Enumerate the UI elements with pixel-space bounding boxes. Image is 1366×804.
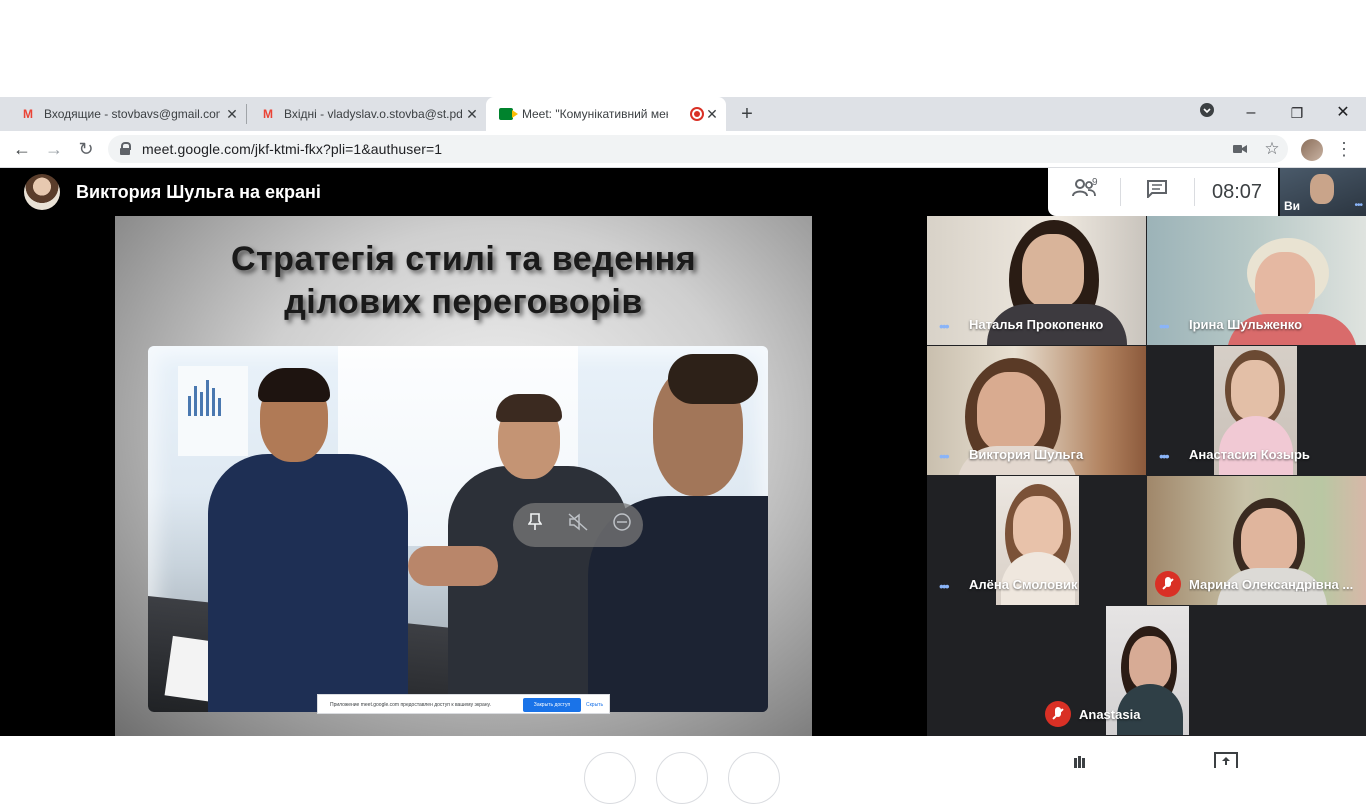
maximize-button[interactable]: ❐ — [1282, 100, 1312, 126]
hangup-button[interactable] — [656, 752, 708, 804]
participant-tile[interactable]: Anastasia — [1037, 606, 1256, 735]
participant-tile[interactable]: ••• Виктория Шульга — [927, 346, 1146, 475]
present-now-icon[interactable] — [1214, 752, 1238, 772]
gmail-icon: M — [23, 107, 33, 121]
audio-indicator-icon: ••• — [1354, 200, 1362, 211]
participant-tile[interactable]: Марина Олександрівна ... — [1147, 476, 1366, 605]
meet-icon — [498, 106, 518, 122]
screen-share-banner: Приложение meet.google.com предоставлен … — [317, 694, 610, 714]
raise-hand-icon[interactable] — [1070, 752, 1090, 772]
lock-icon — [120, 142, 131, 155]
participant-name: Алёна Смоловик — [969, 577, 1078, 592]
participant-tile[interactable]: ••• Наталья Прокопенко — [927, 216, 1146, 345]
divider — [1194, 178, 1195, 206]
tab-title: Вхідні - vladyslav.o.stovba@st.pdpu.edu.… — [284, 107, 462, 121]
slide-title: Стратегія стилі та ведення ділових перег… — [115, 238, 812, 324]
self-label: Ви — [1284, 199, 1301, 213]
slide-title-line-1: Стратегія стилі та ведення — [230, 240, 697, 278]
participant-name: Марина Олександрівна ... — [1189, 577, 1354, 592]
self-video — [1310, 174, 1334, 204]
close-icon[interactable]: ✕ — [224, 106, 240, 122]
stop-sharing-button[interactable]: Закрыть доступ — [523, 698, 581, 712]
blank-top-area — [0, 0, 1366, 97]
chat-icon[interactable] — [1143, 178, 1171, 206]
gmail-icon: M — [263, 107, 273, 121]
audio-indicator-icon: ••• — [1159, 318, 1170, 334]
share-banner-text: Приложение meet.google.com предоставлен … — [330, 702, 491, 708]
tab-meet[interactable]: Meet: "Комунікативний менеджмент" ✕ — [486, 97, 726, 131]
meeting-clock: 08:07 — [1212, 181, 1263, 203]
minimize-button[interactable]: – — [1236, 100, 1266, 126]
audio-indicator-icon: ••• — [939, 448, 950, 464]
presenting-title: Виктория Шульга на екрані — [76, 182, 321, 202]
audio-indicator-icon: ••• — [939, 318, 950, 334]
people-count: 9 — [1092, 177, 1098, 188]
audio-indicator-icon: ••• — [939, 578, 950, 594]
muted-mic-icon — [1045, 701, 1071, 727]
close-icon[interactable]: ✕ — [464, 106, 480, 122]
pin-icon[interactable] — [523, 513, 547, 537]
back-arrow-icon[interactable]: ← — [10, 137, 34, 161]
microphone-button[interactable] — [584, 752, 636, 804]
forward-arrow-icon[interactable]: → — [42, 137, 66, 161]
tab-gmail-inbox-2[interactable]: M Вхідні - vladyslav.o.stovba@st.pdpu.ed… — [240, 97, 486, 131]
tab-search-icon[interactable] — [1192, 101, 1222, 127]
close-window-button[interactable]: ✕ — [1328, 100, 1358, 126]
participant-name: Anastasia — [1079, 707, 1141, 722]
profile-avatar[interactable] — [1301, 139, 1323, 161]
participant-name: Ірина Шульженко — [1189, 317, 1303, 332]
bookmark-star-icon[interactable]: ☆ — [1262, 139, 1282, 159]
meeting-controls-card: 9 08:07 — [1048, 168, 1278, 216]
tab-title: Входящие - stovbavs@gmail.com — [44, 107, 220, 121]
reload-icon[interactable]: ↻ — [74, 137, 98, 161]
self-view-tile[interactable]: Ви ••• — [1280, 168, 1366, 216]
participant-name: Виктория Шульга — [969, 447, 1084, 462]
recording-icon — [690, 107, 704, 121]
address-bar[interactable]: meet.google.com/jkf-ktmi-fkx?pli=1&authu… — [108, 135, 1288, 163]
url-text: meet.google.com/jkf-ktmi-fkx?pli=1&authu… — [142, 141, 443, 157]
remove-icon[interactable] — [610, 513, 634, 537]
audio-indicator-icon: ••• — [1159, 448, 1170, 464]
slide-title-line-2: ділових переговорів — [284, 283, 643, 321]
camera-icon[interactable] — [1230, 139, 1250, 159]
slide-photo-business-handshake — [148, 346, 768, 712]
browser-toolbar: ← → ↻ meet.google.com/jkf-ktmi-fkx?pli=1… — [0, 131, 1366, 168]
meet-bottom-bar — [0, 736, 1366, 804]
participant-tile[interactable]: ••• Алёна Смоловик — [927, 476, 1146, 605]
participant-name: Анастасия Козырь — [1189, 447, 1310, 462]
participant-tile[interactable]: ••• Анастасия Козырь — [1147, 346, 1366, 475]
shared-slide: Стратегія стилі та ведення ділових перег… — [115, 216, 812, 736]
tab-title: Meet: "Комунікативний менеджмент" — [522, 107, 668, 121]
camera-button[interactable] — [728, 752, 780, 804]
meet-window: Виктория Шульга на екрані 9 08:07 Ви •••… — [0, 168, 1366, 736]
hide-banner-link[interactable]: Скрыть — [586, 702, 603, 708]
tile-hover-controls — [513, 503, 643, 547]
tab-divider — [246, 104, 247, 124]
more-menu-icon[interactable]: ⋮ — [1334, 137, 1354, 161]
muted-mic-icon — [1155, 571, 1181, 597]
tab-gmail-inbox-1[interactable]: M Входящие - stovbavs@gmail.com ✕ — [0, 97, 246, 131]
divider — [1120, 178, 1121, 206]
participant-name: Наталья Прокопенко — [969, 317, 1104, 332]
mute-audio-icon[interactable] — [566, 513, 590, 537]
close-icon[interactable]: ✕ — [704, 106, 720, 122]
new-tab-button[interactable]: + — [737, 104, 757, 124]
browser-tab-strip: M Входящие - stovbavs@gmail.com ✕ M Вхід… — [0, 97, 1366, 131]
presenter-avatar — [24, 174, 60, 210]
participant-tile[interactable]: ••• Ірина Шульженко — [1147, 216, 1366, 345]
